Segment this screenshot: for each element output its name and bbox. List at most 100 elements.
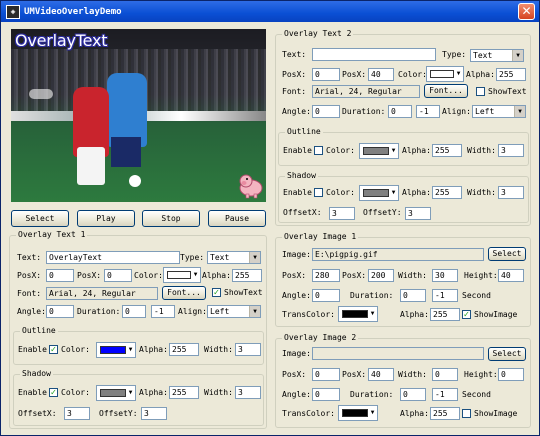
image-1-trans-color-picker[interactable]: ▼ <box>338 306 378 322</box>
image-2-duration-start-input[interactable]: 0 <box>400 388 426 401</box>
outline-1-color-picker[interactable]: ▼ <box>96 342 136 358</box>
window-title: UMVideoOverlayDemo <box>24 6 122 17</box>
posy-label: PosX: <box>342 370 367 379</box>
alpha-1-input[interactable]: 255 <box>232 269 262 282</box>
color-label: Color: <box>326 188 355 197</box>
outline-2-width-input[interactable]: 3 <box>498 144 524 157</box>
font-1-button[interactable]: Font... <box>162 286 206 300</box>
angle-1-input[interactable]: 0 <box>46 305 74 318</box>
image-1-select-button[interactable]: Select <box>488 247 526 261</box>
image-1-duration-end-input[interactable]: -1 <box>432 289 458 302</box>
image-2-trans-color-picker[interactable]: ▼ <box>338 405 378 421</box>
posy-1-input[interactable]: 0 <box>104 269 132 282</box>
color-label: Color: <box>326 146 355 155</box>
overlay-text-1-group: Overlay Text 1 Text: OverlayText Type: T… <box>9 230 267 429</box>
angle-2-input[interactable]: 0 <box>312 105 340 118</box>
chevron-down-icon: ▼ <box>249 306 260 317</box>
shadow-2-offsetx-input[interactable]: 3 <box>329 207 355 220</box>
shadow-2-width-input[interactable]: 3 <box>498 186 524 199</box>
font-2-display: Arial, 24, Regular <box>312 85 420 98</box>
outline-1-width-input[interactable]: 3 <box>235 343 261 356</box>
close-button[interactable]: ✕ <box>518 3 535 20</box>
duration-label: Duration: <box>77 307 121 316</box>
image-2-height-input[interactable]: 0 <box>498 368 524 381</box>
color-2-picker[interactable]: ▼ <box>426 66 464 82</box>
show-image-1-checkbox[interactable]: ✓ <box>462 310 471 319</box>
image-2-posx-input[interactable]: 0 <box>312 368 340 381</box>
image-1-posx-input[interactable]: 280 <box>312 269 340 282</box>
duration-2-end-input[interactable]: -1 <box>416 105 440 118</box>
outline-2-enable-checkbox[interactable] <box>314 146 323 155</box>
color-1-picker[interactable]: ▼ <box>163 267 201 283</box>
align-2-value: Left <box>475 107 495 116</box>
outline-1-enable-checkbox[interactable]: ✓ <box>49 345 58 354</box>
trans-color-label: TransColor: <box>282 409 335 418</box>
alpha-2-input[interactable]: 255 <box>496 68 526 81</box>
shadow-1-enable-checkbox[interactable]: ✓ <box>49 388 58 397</box>
align-2-select[interactable]: Left ▼ <box>472 105 526 118</box>
posx-1-input[interactable]: 0 <box>46 269 74 282</box>
shadow-2-alpha-input[interactable]: 255 <box>432 186 462 199</box>
video-logo <box>29 89 53 99</box>
show-text-1-checkbox[interactable]: ✓ <box>212 288 221 297</box>
video-preview: OverlayText <box>11 29 266 202</box>
posy-2-input[interactable]: 40 <box>368 68 394 81</box>
angle-label: Angle: <box>282 107 311 116</box>
image-2-angle-input[interactable]: 0 <box>312 388 340 401</box>
shadow-1-alpha-input[interactable]: 255 <box>169 386 199 399</box>
outline-2-color-picker[interactable]: ▼ <box>359 143 399 159</box>
text-1-input[interactable]: OverlayText <box>46 251 180 264</box>
shadow-1-width-input[interactable]: 3 <box>235 386 261 399</box>
pause-button[interactable]: Pause <box>208 210 266 227</box>
alpha-label: Alpha: <box>400 310 429 319</box>
alpha-label: Alpha: <box>466 70 495 79</box>
chevron-down-icon: ▼ <box>193 271 198 278</box>
alpha-label: Alpha: <box>202 271 231 280</box>
duration-2-start-input[interactable]: 0 <box>388 105 412 118</box>
image-2-posy-input[interactable]: 40 <box>368 368 394 381</box>
image-1-posy-input[interactable]: 200 <box>368 269 394 282</box>
show-text-2-checkbox[interactable] <box>476 87 485 96</box>
show-text-label: ShowText <box>488 87 527 96</box>
image-2-duration-end-input[interactable]: -1 <box>432 388 458 401</box>
play-button[interactable]: Play <box>77 210 135 227</box>
align-1-select[interactable]: Left ▼ <box>207 305 261 318</box>
shadow-1-color-swatch <box>100 389 126 397</box>
angle-label: Angle: <box>17 307 46 316</box>
posx-2-input[interactable]: 0 <box>312 68 340 81</box>
duration-1-end-input[interactable]: -1 <box>151 305 175 318</box>
shadow-1-color-picker[interactable]: ▼ <box>96 385 136 401</box>
show-image-2-checkbox[interactable] <box>462 409 471 418</box>
font-2-button[interactable]: Font... <box>424 84 468 98</box>
image-1-height-input[interactable]: 40 <box>498 269 524 282</box>
type-2-select[interactable]: Text ▼ <box>470 49 524 62</box>
enable-label: Enable <box>18 388 47 397</box>
chevron-down-icon: ▼ <box>249 252 260 263</box>
type-1-select[interactable]: Text ▼ <box>207 251 261 264</box>
text-2-input[interactable] <box>312 48 436 61</box>
title-bar[interactable]: ◈ UMVideoOverlayDemo ✕ <box>1 1 539 22</box>
align-label: Align: <box>442 107 471 116</box>
duration-label: Duration: <box>342 107 386 116</box>
chevron-down-icon: ▼ <box>128 389 133 396</box>
shadow-1-offsety-input[interactable]: 3 <box>141 407 167 420</box>
shadow-2-enable-checkbox[interactable] <box>314 188 323 197</box>
overlay-image-1-title: Overlay Image 1 <box>282 232 359 242</box>
image-1-duration-start-input[interactable]: 0 <box>400 289 426 302</box>
image-1-angle-input[interactable]: 0 <box>312 289 340 302</box>
duration-1-start-input[interactable]: 0 <box>122 305 146 318</box>
shadow-2-offsety-input[interactable]: 3 <box>405 207 431 220</box>
shadow-1-offsetx-input[interactable]: 3 <box>64 407 90 420</box>
shadow-2-color-picker[interactable]: ▼ <box>359 185 399 201</box>
image-1-alpha-input[interactable]: 255 <box>430 308 460 321</box>
image-2-width-input[interactable]: 0 <box>432 368 458 381</box>
image-2-select-button[interactable]: Select <box>488 347 526 361</box>
image-1-width-input[interactable]: 30 <box>432 269 458 282</box>
duration-label: Duration: <box>350 390 394 399</box>
outline-1-group: Outline Enable ✓ Color: ▼ Alpha: 255 Wid… <box>13 326 264 365</box>
select-media-button[interactable]: Select Media <box>11 210 69 238</box>
outline-2-alpha-input[interactable]: 255 <box>432 144 462 157</box>
stop-button[interactable]: Stop <box>142 210 200 227</box>
outline-1-alpha-input[interactable]: 255 <box>169 343 199 356</box>
image-2-alpha-input[interactable]: 255 <box>430 407 460 420</box>
